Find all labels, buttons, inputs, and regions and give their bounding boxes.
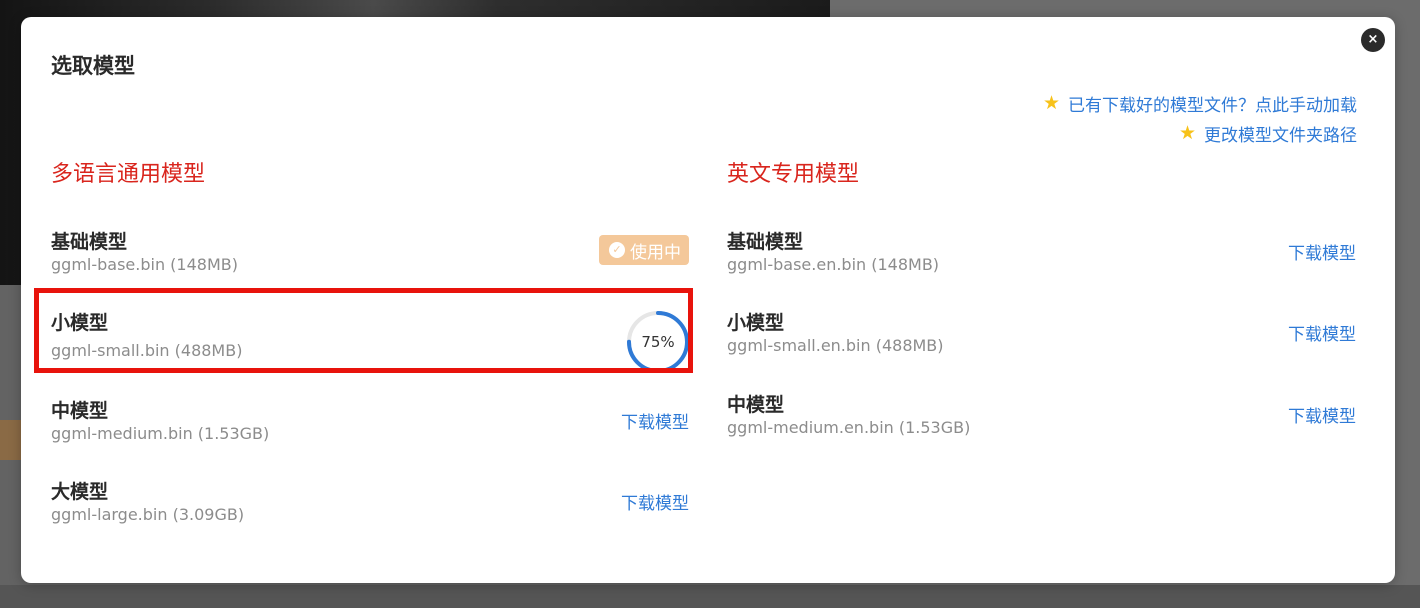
- model-row-small-en: 小模型 ggml-small.en.bin (488MB) 下载模型: [727, 308, 1356, 378]
- model-file: ggml-small.en.bin (488MB): [727, 336, 944, 355]
- download-button[interactable]: 下载模型: [621, 408, 689, 433]
- multilingual-section-title: 多语言通用模型: [51, 162, 206, 187]
- model-row-medium: 中模型 ggml-medium.bin (1.53GB) 下载模型: [51, 396, 689, 466]
- model-row-base: 基础模型 ggml-base.bin (148MB) ✓ 使用中: [51, 227, 689, 297]
- model-name: 基础模型: [727, 231, 804, 253]
- background-accent: [0, 420, 22, 460]
- in-use-label: 使用中: [630, 242, 681, 263]
- model-select-dialog: × 选取模型 ★ 已有下载好的模型文件？点此手动加载 ★ 更改模型文件夹路径 多…: [21, 17, 1395, 583]
- model-name: 大模型: [51, 481, 109, 503]
- download-button[interactable]: 下载模型: [1288, 402, 1356, 427]
- model-name: 基础模型: [51, 231, 128, 253]
- manual-load-label: 已有下载好的模型文件？点此手动加载: [1068, 96, 1357, 116]
- star-icon: ★: [1178, 122, 1196, 144]
- model-row-medium-en: 中模型 ggml-medium.en.bin (1.53GB) 下载模型: [727, 390, 1356, 460]
- dialog-title: 选取模型: [51, 54, 135, 78]
- model-row-large: 大模型 ggml-large.bin (3.09GB) 下载模型: [51, 477, 689, 547]
- change-path-label: 更改模型文件夹路径: [1204, 126, 1357, 146]
- download-button[interactable]: 下载模型: [1288, 239, 1356, 264]
- check-circle-icon: ✓: [609, 242, 625, 258]
- model-file: ggml-large.bin (3.09GB): [51, 505, 245, 524]
- model-row-small: 小模型 ggml-small.bin (488MB) 75%: [51, 308, 689, 378]
- model-name: 小模型: [51, 312, 109, 334]
- model-name: 中模型: [51, 400, 109, 422]
- model-file: ggml-base.en.bin (148MB): [727, 255, 940, 274]
- in-use-badge: ✓ 使用中: [599, 235, 689, 265]
- model-file: ggml-medium.bin (1.53GB): [51, 424, 270, 443]
- background-footer: [0, 585, 1420, 608]
- model-name: 小模型: [727, 312, 785, 334]
- star-icon: ★: [1042, 92, 1060, 114]
- english-section-title: 英文专用模型: [727, 162, 860, 187]
- progress-label: 75%: [641, 333, 675, 351]
- model-file: ggml-base.bin (148MB): [51, 255, 238, 274]
- download-progress-ring: 75%: [625, 309, 691, 375]
- model-file: ggml-medium.en.bin (1.53GB): [727, 418, 971, 437]
- manual-load-link[interactable]: ★ 已有下载好的模型文件？点此手动加载: [1042, 91, 1357, 117]
- model-row-base-en: 基础模型 ggml-base.en.bin (148MB) 下载模型: [727, 227, 1356, 297]
- model-name: 中模型: [727, 394, 785, 416]
- model-file: ggml-small.bin (488MB): [51, 341, 243, 360]
- download-button[interactable]: 下载模型: [621, 489, 689, 514]
- change-path-link[interactable]: ★ 更改模型文件夹路径: [1178, 121, 1357, 147]
- close-button[interactable]: ×: [1361, 28, 1385, 52]
- download-button[interactable]: 下载模型: [1288, 320, 1356, 345]
